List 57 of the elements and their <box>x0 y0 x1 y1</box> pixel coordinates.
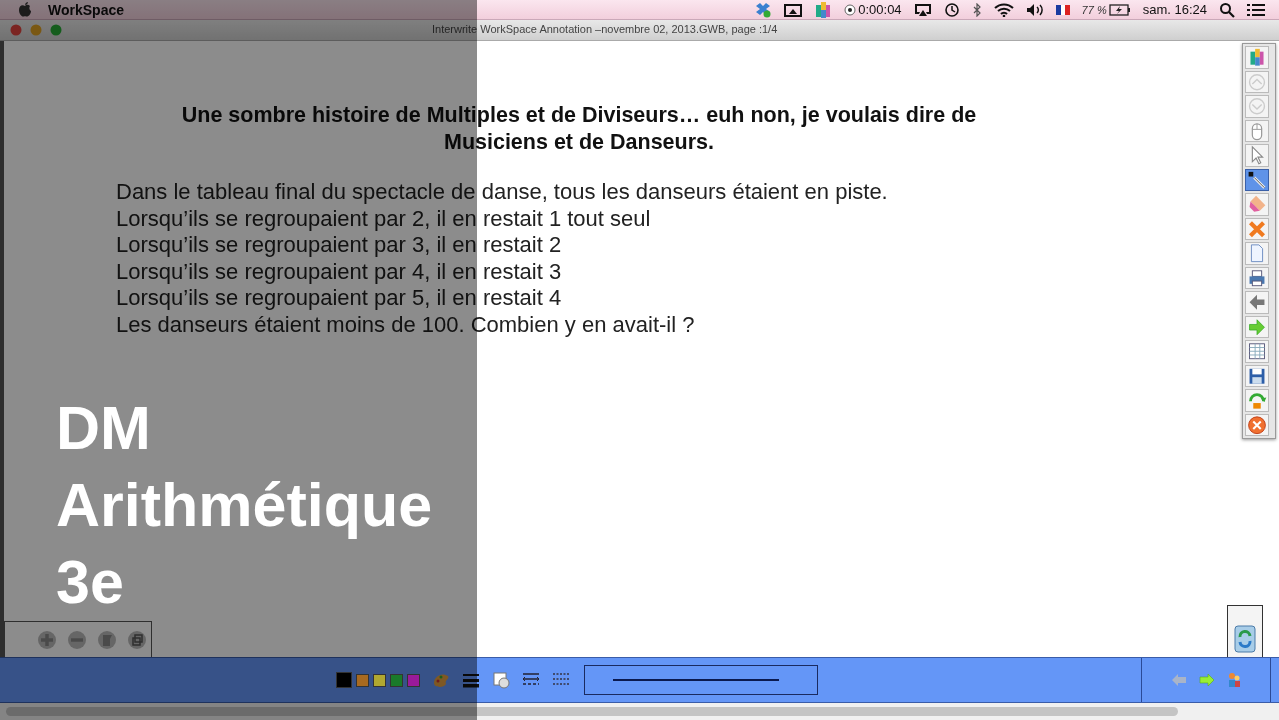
color-swatch[interactable] <box>336 672 352 688</box>
recording-timer: 0:00:04 <box>858 2 902 17</box>
text-line: Dans le tableau final du spectacle de danse, tous les danseurs étaient en piste. <box>116 179 888 206</box>
save-icon[interactable] <box>1245 364 1269 387</box>
text-line: Lorsqu’ils se regroupaient par 3, il en restait 2 <box>116 232 562 259</box>
line-width-icon[interactable] <box>462 672 480 688</box>
dropbox-icon[interactable] <box>754 1 773 18</box>
record-icon[interactable] <box>844 3 857 16</box>
line-preview-field[interactable] <box>584 665 818 695</box>
scrollbar[interactable] <box>6 707 1178 716</box>
users-icon[interactable] <box>1227 672 1241 688</box>
wifi-icon[interactable] <box>993 2 1014 17</box>
list-icon[interactable] <box>1247 2 1265 17</box>
zoom-window-icon[interactable] <box>50 24 62 36</box>
clock-icon[interactable] <box>943 1 960 18</box>
clock-text[interactable]: sam. 16:24 <box>1142 2 1207 17</box>
app-icon[interactable] <box>1245 46 1269 69</box>
color-swatch[interactable] <box>407 673 420 687</box>
text-line: Lorsqu’ils se regroupaient par 5, il en restait 4 <box>116 285 562 312</box>
window-title: Interwrite WorkSpace Annotation –novembre 02, 2013.GWB, page :1/4 <box>432 23 778 35</box>
text-line: Les danseurs étaient moins de 100. Combien y en avait-il ? <box>116 311 695 338</box>
printer-icon[interactable] <box>1245 266 1269 289</box>
zoom-out-icon[interactable] <box>67 629 87 650</box>
speaker-icon[interactable] <box>1025 2 1044 17</box>
close-window-icon[interactable] <box>10 24 22 36</box>
flag-icon[interactable] <box>1055 3 1070 16</box>
x-icon[interactable] <box>1245 217 1269 240</box>
bluetooth-icon[interactable] <box>971 2 982 17</box>
text-line: Lorsqu’ils se regroupaient par 2, il en restait 1 tout seul <box>116 205 651 232</box>
close-icon[interactable] <box>1245 413 1269 436</box>
app-icon[interactable] <box>814 0 833 19</box>
battery-percentage: 77 % <box>1081 3 1107 16</box>
grid-icon[interactable] <box>1245 340 1269 363</box>
mouse-icon[interactable] <box>1245 119 1269 142</box>
copy-icon[interactable] <box>127 629 147 650</box>
overlay-title: 3e <box>56 547 125 618</box>
screen-icon[interactable] <box>784 2 803 17</box>
pen-icon[interactable] <box>1245 168 1269 191</box>
recycle-bin-icon[interactable] <box>1232 622 1258 654</box>
trash-button[interactable] <box>1227 605 1263 657</box>
color-swatch[interactable] <box>373 673 386 687</box>
airplay-icon[interactable] <box>913 2 932 17</box>
overlay-title: Arithmétique <box>56 470 433 541</box>
recycle-icon[interactable] <box>1245 389 1269 412</box>
search-icon[interactable] <box>1219 1 1235 18</box>
zoom-in-icon[interactable] <box>37 629 57 650</box>
battery-icon[interactable] <box>1108 3 1131 16</box>
color-swatch[interactable] <box>356 673 369 687</box>
overlay-title: DM <box>56 393 152 464</box>
transparency-icon[interactable] <box>492 671 510 689</box>
app-name[interactable]: WorkSpace <box>48 1 124 18</box>
page-icon[interactable] <box>97 629 117 650</box>
forward-arrow-icon[interactable] <box>1199 673 1215 687</box>
apple-icon[interactable] <box>18 1 32 18</box>
color-swatch[interactable] <box>390 673 403 687</box>
text-line: Lorsqu’ils se regroupaient par 4, il en restait 3 <box>116 258 562 285</box>
page-icon[interactable] <box>1245 242 1269 265</box>
